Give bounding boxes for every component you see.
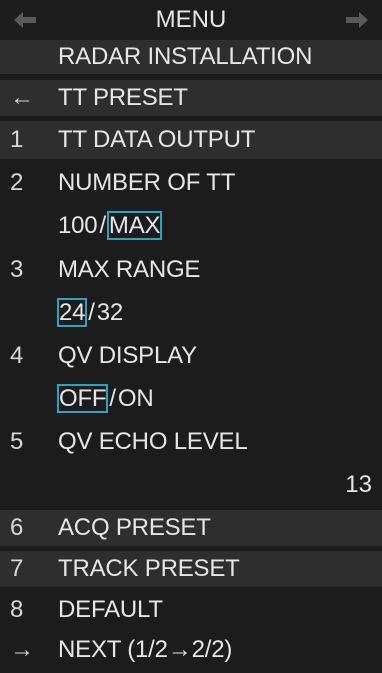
menu-item-label: QV ECHO LEVEL bbox=[58, 428, 248, 455]
next-item-label: NEXT (1/2→2/2) bbox=[58, 636, 233, 663]
menu-item-label: DEFAULT bbox=[58, 596, 163, 623]
menu-item-label: QV DISPLAY bbox=[58, 342, 197, 369]
next-arrow-icon: → bbox=[10, 636, 34, 663]
menu-item-label: TT DATA OUTPUT bbox=[58, 126, 256, 153]
menu-item-number: 2 bbox=[10, 169, 24, 196]
option-separator: / bbox=[109, 385, 116, 412]
back-item-tt-preset[interactable]: ← TT PRESET bbox=[0, 80, 382, 116]
menu-item-number: 7 bbox=[10, 555, 24, 582]
menu-item-number: 8 bbox=[10, 596, 24, 623]
menu-path-label: RADAR INSTALLATION bbox=[58, 43, 313, 70]
back-arrow-icon: ← bbox=[10, 84, 34, 111]
next-page-item[interactable]: → NEXT (1/2→2/2) bbox=[0, 632, 382, 668]
menu-item-number: 3 bbox=[10, 256, 24, 283]
back-item-label: TT PRESET bbox=[58, 84, 188, 111]
left-arrow-icon[interactable] bbox=[14, 0, 36, 40]
menu-item-acq-preset[interactable]: 6 ACQ PRESET bbox=[0, 510, 382, 546]
menu-path-bar: RADAR INSTALLATION bbox=[0, 40, 382, 74]
menu-title-bar: MENU bbox=[0, 0, 382, 40]
option-on[interactable]: ON bbox=[118, 385, 154, 412]
menu-item-qv-display[interactable]: 4 QV DISPLAY bbox=[0, 338, 382, 374]
max-range-options: 24/32 bbox=[0, 296, 382, 330]
option-100[interactable]: 100 bbox=[58, 212, 98, 239]
menu-item-default[interactable]: 8 DEFAULT bbox=[0, 592, 382, 628]
menu-item-label: ACQ PRESET bbox=[58, 514, 211, 541]
menu-item-number: 6 bbox=[10, 514, 24, 541]
menu-item-number: 4 bbox=[10, 342, 24, 369]
option-max-selected[interactable]: MAX bbox=[106, 211, 163, 240]
qv-echo-level-value-row: 13 bbox=[0, 466, 382, 504]
menu-item-number: 1 bbox=[10, 126, 24, 153]
menu-item-label: NUMBER OF TT bbox=[58, 169, 236, 196]
menu-title: MENU bbox=[155, 6, 227, 33]
menu-item-max-range[interactable]: 3 MAX RANGE bbox=[0, 252, 382, 288]
menu-item-label: MAX RANGE bbox=[58, 256, 201, 283]
menu-panel: MENU RADAR INSTALLATION ← TT PRESET 1 TT… bbox=[0, 0, 382, 673]
menu-item-track-preset[interactable]: 7 TRACK PRESET bbox=[0, 551, 382, 587]
menu-item-qv-echo-level[interactable]: 5 QV ECHO LEVEL bbox=[0, 424, 382, 460]
qv-echo-level-value[interactable]: 13 bbox=[345, 473, 372, 497]
right-arrow-icon[interactable] bbox=[346, 0, 368, 40]
option-off-selected[interactable]: OFF bbox=[56, 384, 109, 413]
menu-item-label: TRACK PRESET bbox=[58, 555, 240, 582]
number-of-tt-options: 100/MAX bbox=[0, 209, 382, 243]
qv-display-options: OFF/ON bbox=[0, 382, 382, 416]
menu-item-tt-data-output[interactable]: 1 TT DATA OUTPUT bbox=[0, 121, 382, 159]
menu-item-number-of-tt[interactable]: 2 NUMBER OF TT bbox=[0, 165, 382, 201]
option-separator: / bbox=[88, 299, 95, 326]
option-separator: / bbox=[99, 212, 106, 239]
menu-item-number: 5 bbox=[10, 428, 24, 455]
option-32[interactable]: 32 bbox=[97, 299, 123, 326]
option-24-selected[interactable]: 24 bbox=[56, 298, 88, 327]
